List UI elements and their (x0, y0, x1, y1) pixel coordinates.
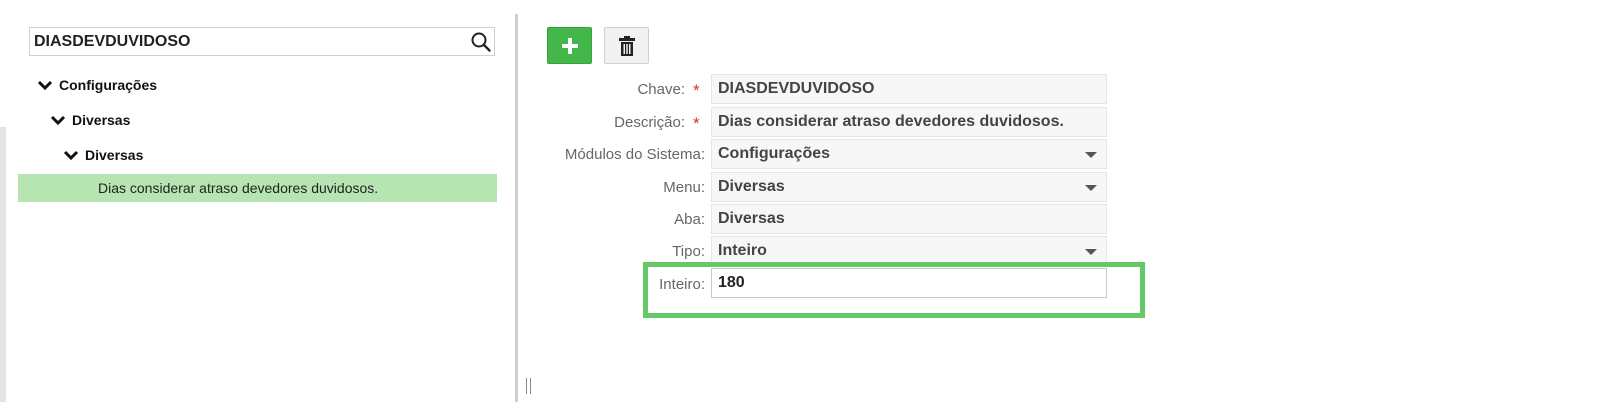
add-button[interactable] (547, 27, 592, 64)
dropdown-caret-icon (1085, 185, 1097, 191)
dropdown-caret-icon (1085, 249, 1097, 255)
descricao-field[interactable]: Dias considerar atraso devedores duvidos… (711, 107, 1107, 137)
modulos-select[interactable]: Configurações (711, 139, 1107, 169)
plus-icon (561, 37, 578, 54)
descricao-label: Descrição: (614, 114, 685, 131)
tree-node-label: Configurações (59, 77, 158, 93)
tipo-label: Tipo: (672, 243, 705, 260)
tree-node-diversas[interactable]: Diversas (50, 112, 130, 128)
tree-node-diversas-sub[interactable]: Diversas (63, 147, 143, 163)
trash-icon (618, 35, 635, 56)
tree-node-configuracoes[interactable]: Configurações (37, 77, 157, 93)
aba-label: Aba: (674, 211, 705, 228)
panel-splitter[interactable] (515, 14, 518, 402)
left-edge-strip (0, 127, 6, 402)
dropdown-caret-icon (1085, 152, 1097, 158)
chave-field[interactable]: DIASDEVDUVIDOSO (711, 74, 1107, 104)
chave-value: DIASDEVDUVIDOSO (718, 80, 875, 97)
highlight-annotation (643, 262, 1145, 318)
aba-value: Diversas (718, 210, 785, 227)
search-box[interactable] (29, 27, 495, 56)
resize-grip-icon[interactable] (526, 378, 534, 394)
modulos-label: Módulos do Sistema: (564, 146, 705, 163)
menu-select[interactable]: Diversas (711, 172, 1107, 202)
menu-value: Diversas (718, 178, 785, 195)
tipo-value: Inteiro (718, 242, 767, 259)
tree-leaf-label: Dias considerar atraso devedores duvidos… (98, 180, 379, 196)
tree-node-label: Diversas (85, 147, 144, 163)
chevron-down-icon[interactable] (37, 79, 53, 91)
required-marker: * (693, 114, 700, 133)
chevron-down-icon[interactable] (63, 149, 79, 161)
tree-leaf-selected[interactable]: Dias considerar atraso devedores duvidos… (18, 174, 497, 202)
tree-node-label: Diversas (72, 112, 131, 128)
search-input[interactable] (34, 28, 464, 55)
required-marker: * (693, 81, 700, 100)
descricao-value: Dias considerar atraso devedores duvidos… (718, 113, 1064, 130)
aba-field[interactable]: Diversas (711, 204, 1107, 234)
search-icon[interactable] (470, 31, 492, 53)
chevron-down-icon[interactable] (50, 114, 66, 126)
menu-label: Menu: (663, 179, 705, 196)
chave-label: Chave: (637, 81, 685, 98)
delete-button[interactable] (604, 27, 649, 64)
modulos-value: Configurações (718, 145, 831, 162)
